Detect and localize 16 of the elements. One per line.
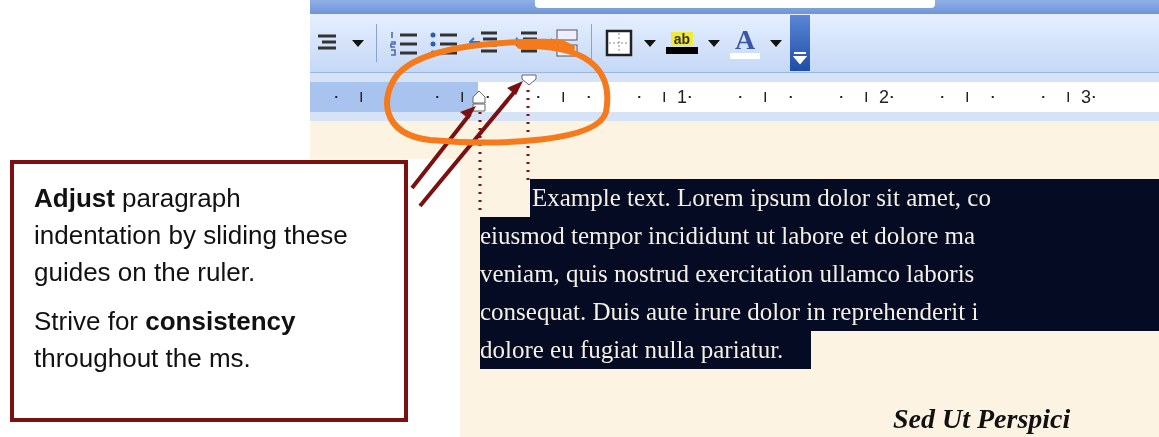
callout-text: Strive for consistency throughout the ms.	[34, 305, 297, 375]
ruler-number: 1	[677, 86, 687, 108]
caret-icon	[352, 39, 364, 47]
borders-icon	[605, 29, 633, 57]
chevron-icon	[793, 49, 807, 65]
caret-icon	[770, 39, 782, 47]
numbered-list-icon	[389, 29, 419, 57]
highlight-button[interactable]: ab	[664, 25, 700, 61]
callout-text: Adjust paragraph indentation by sliding these guides on the ruler.	[34, 182, 349, 289]
ruler-number: 2	[879, 86, 889, 108]
toolbar-options-button[interactable]	[790, 15, 810, 71]
caret-icon	[708, 39, 720, 47]
document-heading: Sed Ut Perspici	[893, 403, 1072, 435]
font-color-button[interactable]: A	[728, 25, 762, 61]
caret-icon	[644, 39, 656, 47]
ruler-number: 3	[1081, 86, 1091, 108]
